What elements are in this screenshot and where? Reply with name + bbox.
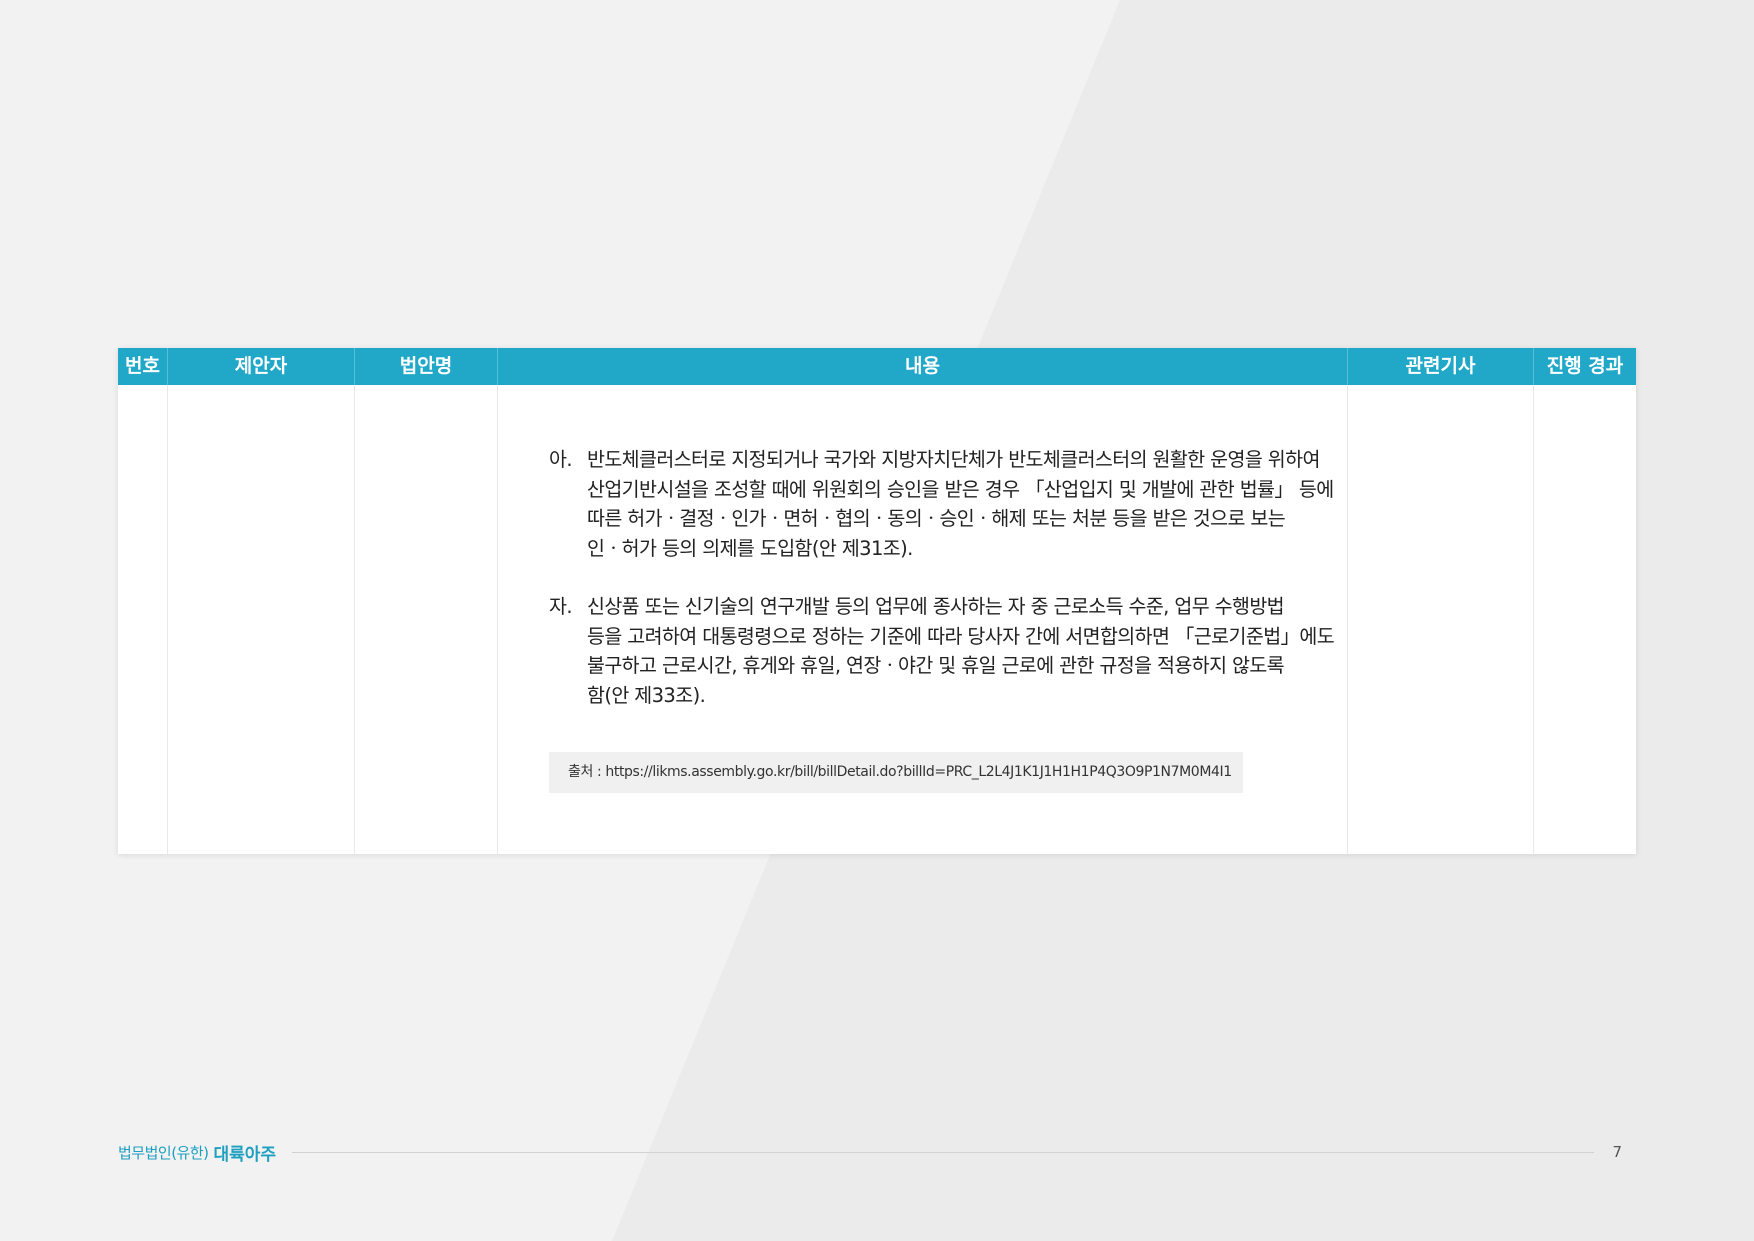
content-list: 아. 반도체클러스터로 지정되거나 국가와 지방자치단체가 반도체클러스터의 원…: [549, 445, 1335, 710]
column-header-bill-name: 법안명: [355, 348, 498, 385]
cell-content: 아. 반도체클러스터로 지정되거나 국가와 지방자치단체가 반도체클러스터의 원…: [498, 385, 1348, 854]
cell-proposer: [168, 385, 355, 854]
cell-bill-name: [355, 385, 498, 854]
item-marker: 아.: [549, 448, 573, 471]
item-line: 따른 허가ㆍ결정ㆍ인가ㆍ면허ㆍ협의ㆍ동의ㆍ승인ㆍ해제 또는 처분 등을 받은 것…: [587, 507, 1286, 530]
item-line: 신상품 또는 신기술의 연구개발 등의 업무에 종사하는 자 중 근로소득 수준…: [587, 595, 1285, 618]
item-text: 신상품 또는 신기술의 연구개발 등의 업무에 종사하는 자 중 근로소득 수준…: [587, 592, 1335, 710]
table-row: 아. 반도체클러스터로 지정되거나 국가와 지방자치단체가 반도체클러스터의 원…: [118, 385, 1636, 854]
item-line: 인ㆍ허가 등의 의제를 도입함(안 제31조).: [587, 536, 913, 560]
footer-brand-logo: 대륙아주: [213, 1144, 277, 1165]
column-header-no: 번호: [118, 348, 168, 385]
item-line: 산업기반시설을 조성할 때에 위원회의 승인을 받은 경우 「산업입지 및 개발…: [587, 477, 1334, 501]
cell-progress: [1534, 385, 1636, 854]
column-header-related-articles: 관련기사: [1348, 348, 1534, 385]
bill-table: 번호 제안자 법안명 내용 관련기사 진행 경과 아. 반도체클러스터로 지정되…: [118, 348, 1636, 854]
item-line: 반도체클러스터로 지정되거나 국가와 지방자치단체가 반도체클러스터의 원활한 …: [587, 448, 1320, 471]
item-text: 반도체클러스터로 지정되거나 국가와 지방자치단체가 반도체클러스터의 원활한 …: [587, 445, 1334, 563]
footer-firm-label: 법무법인(유한): [118, 1143, 209, 1162]
item-line: 등을 고려하여 대통령령으로 정하는 기준에 따라 당사자 간에 서면합의하면 …: [587, 624, 1335, 648]
content-item-b: 자. 신상품 또는 신기술의 연구개발 등의 업무에 종사하는 자 중 근로소득…: [549, 592, 1335, 710]
item-line: 함(안 제33조).: [587, 683, 706, 707]
page-number: 7: [1612, 1143, 1622, 1161]
cell-related-articles: [1348, 385, 1534, 854]
item-line: 불구하고 근로시간, 휴게와 휴일, 연장ㆍ야간 및 휴일 근로에 관한 규정을…: [587, 654, 1285, 677]
content-item-a: 아. 반도체클러스터로 지정되거나 국가와 지방자치단체가 반도체클러스터의 원…: [549, 445, 1334, 563]
cell-no: [118, 385, 168, 854]
column-header-content: 내용: [498, 348, 1348, 385]
page-footer: 법무법인(유한) 대륙아주 7: [118, 1140, 1622, 1165]
footer-divider: [292, 1151, 1595, 1153]
table-header-row: 번호 제안자 법안명 내용 관련기사 진행 경과: [118, 348, 1636, 385]
item-marker: 자.: [549, 595, 573, 618]
column-header-proposer: 제안자: [168, 348, 355, 385]
column-header-progress: 진행 경과: [1546, 355, 1624, 377]
source-citation: 출처 : https://likms.assembly.go.kr/bill/b…: [549, 752, 1243, 793]
